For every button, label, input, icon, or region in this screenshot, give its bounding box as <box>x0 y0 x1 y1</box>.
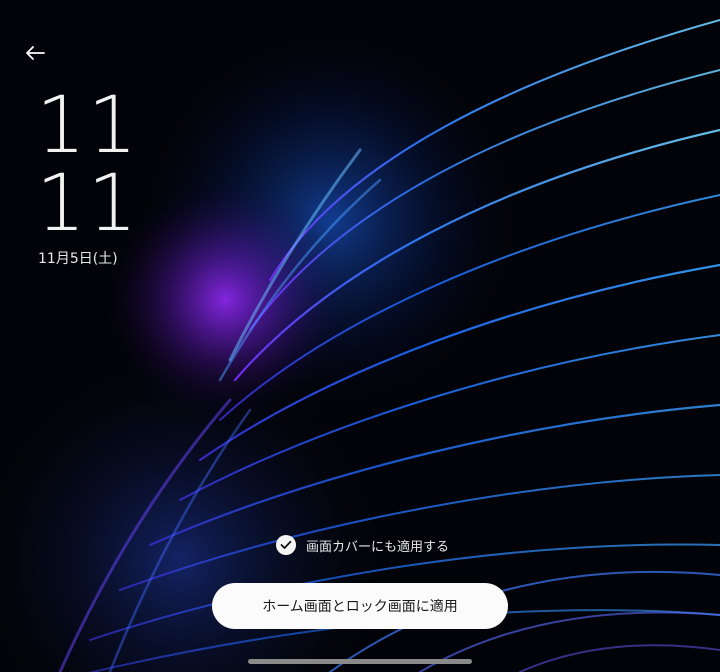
arrow-left-icon <box>26 46 45 60</box>
apply-to-cover-label: 画面カバーにも適用する <box>306 539 450 555</box>
navigation-handle[interactable] <box>248 659 472 664</box>
lockscreen-clock: 11 11 11月5日(土) <box>36 86 139 268</box>
back-button[interactable] <box>20 38 50 68</box>
clock-minutes: 11 <box>36 159 140 249</box>
clock-hours: 11 <box>36 81 140 171</box>
wallpaper-preview-screen: 11 11 11月5日(土) 画面カバーにも適用する ホーム画面とロック画面に適… <box>0 0 720 672</box>
apply-home-and-lock-button[interactable]: ホーム画面とロック画面に適用 <box>212 583 508 629</box>
check-icon <box>276 535 296 555</box>
apply-to-cover-checkbox[interactable]: 画面カバーにも適用する <box>276 534 449 556</box>
clock-date: 11月5日(土) <box>38 251 118 267</box>
